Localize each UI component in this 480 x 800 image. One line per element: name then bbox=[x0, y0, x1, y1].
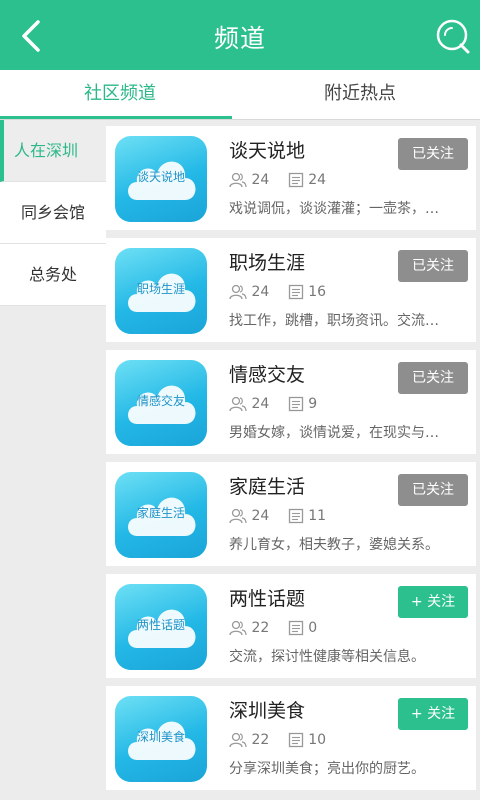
post-count: 10 bbox=[308, 732, 327, 748]
member-count: 24 bbox=[251, 284, 270, 300]
post-count: 24 bbox=[308, 172, 327, 188]
followed-button[interactable]: 已关注 bbox=[398, 474, 468, 506]
sidebar-item-general-affairs[interactable]: 总务处 bbox=[0, 244, 106, 306]
thumbnail-label: 谈天说地 bbox=[136, 170, 185, 184]
thumbnail-label: 职场生涯 bbox=[136, 282, 185, 296]
tab-community-channels[interactable]: 社区频道 bbox=[0, 70, 240, 120]
post-count: 0 bbox=[308, 620, 318, 636]
channel-stats: 24 16 bbox=[229, 284, 326, 302]
posts-icon bbox=[288, 620, 303, 636]
posts-icon bbox=[288, 508, 303, 524]
members-icon bbox=[229, 732, 247, 748]
member-count: 22 bbox=[251, 732, 270, 748]
post-count: 11 bbox=[308, 508, 327, 524]
members-icon bbox=[229, 396, 247, 412]
thumbnail-label: 情感交友 bbox=[136, 394, 185, 408]
channel-stats: 24 9 bbox=[229, 396, 317, 414]
posts-icon bbox=[288, 284, 303, 300]
channel-name: 谈天说地 bbox=[229, 140, 306, 162]
channel-stats: 22 10 bbox=[229, 732, 326, 750]
channel-thumbnail: 两性话题 bbox=[115, 584, 207, 670]
channel-stats: 24 24 bbox=[229, 172, 326, 190]
thumbnail-label: 家庭生活 bbox=[136, 506, 185, 520]
channel-card[interactable]: 谈天说地 谈天说地 24 24 戏说调侃，谈谈灌灌；一壶茶，… 已关注 bbox=[106, 126, 476, 230]
members-icon bbox=[229, 284, 247, 300]
thumbnail-label: 深圳美食 bbox=[136, 730, 185, 744]
posts-icon bbox=[288, 732, 303, 748]
channel-card[interactable]: 职场生涯 职场生涯 24 16 找工作，跳槽，职场资讯。交流… 已关注 bbox=[106, 238, 476, 342]
channel-description: 男婚女嫁，谈情说爱，在现实与… bbox=[229, 425, 439, 441]
channel-name: 深圳美食 bbox=[229, 700, 306, 722]
channel-name: 两性话题 bbox=[229, 588, 306, 610]
followed-button[interactable]: 已关注 bbox=[398, 138, 468, 170]
active-tab-indicator bbox=[0, 116, 232, 119]
channel-card[interactable]: 深圳美食 深圳美食 22 10 分享深圳美食；亮出你的厨艺。 + 关注 bbox=[106, 686, 476, 790]
channel-description: 戏说调侃，谈谈灌灌；一壶茶，… bbox=[229, 201, 439, 217]
members-icon bbox=[229, 620, 247, 636]
thumbnail-label: 两性话题 bbox=[136, 618, 185, 632]
channel-stats: 22 0 bbox=[229, 620, 317, 638]
member-count: 22 bbox=[251, 620, 270, 636]
channel-name: 职场生涯 bbox=[229, 252, 306, 274]
member-count: 24 bbox=[251, 508, 270, 524]
sidebar-item-in-shenzhen[interactable]: 人在深圳 bbox=[0, 120, 106, 182]
members-icon bbox=[229, 508, 247, 524]
sidebar-item-hometown-club[interactable]: 同乡会馆 bbox=[0, 182, 106, 244]
channel-thumbnail: 深圳美食 bbox=[115, 696, 207, 782]
member-count: 24 bbox=[251, 172, 270, 188]
channel-thumbnail: 家庭生活 bbox=[115, 472, 207, 558]
posts-icon bbox=[288, 396, 303, 412]
channel-description: 交流，探讨性健康等相关信息。 bbox=[229, 649, 425, 665]
channel-description: 分享深圳美食；亮出你的厨艺。 bbox=[229, 761, 425, 777]
tab-bar: 社区频道 附近热点 bbox=[0, 70, 480, 120]
post-count: 16 bbox=[308, 284, 327, 300]
channel-card[interactable]: 情感交友 情感交友 24 9 男婚女嫁，谈情说爱，在现实与… 已关注 bbox=[106, 350, 476, 454]
channel-card[interactable]: 家庭生活 家庭生活 24 11 养儿育女，相夫教子，婆媳关系。 已关注 bbox=[106, 462, 476, 566]
post-count: 9 bbox=[308, 396, 318, 412]
follow-button[interactable]: + 关注 bbox=[398, 586, 468, 618]
member-count: 24 bbox=[251, 396, 270, 412]
channel-card[interactable]: 两性话题 两性话题 22 0 交流，探讨性健康等相关信息。 + 关注 bbox=[106, 574, 476, 678]
search-icon[interactable] bbox=[434, 17, 472, 55]
channel-thumbnail: 谈天说地 bbox=[115, 136, 207, 222]
followed-button[interactable]: 已关注 bbox=[398, 250, 468, 282]
channel-name: 家庭生活 bbox=[229, 476, 306, 498]
category-sidebar: 人在深圳 同乡会馆 总务处 bbox=[0, 120, 106, 306]
channel-stats: 24 11 bbox=[229, 508, 326, 526]
channel-list[interactable]: 谈天说地 谈天说地 24 24 戏说调侃，谈谈灌灌；一壶茶，… 已关注 职场生涯… bbox=[106, 120, 480, 800]
followed-button[interactable]: 已关注 bbox=[398, 362, 468, 394]
channel-name: 情感交友 bbox=[229, 364, 306, 386]
tab-nearby-hot[interactable]: 附近热点 bbox=[240, 70, 480, 120]
posts-icon bbox=[288, 172, 303, 188]
members-icon bbox=[229, 172, 247, 188]
channel-description: 找工作，跳槽，职场资讯。交流… bbox=[229, 313, 439, 329]
channel-thumbnail: 职场生涯 bbox=[115, 248, 207, 334]
page-title: 频道 bbox=[213, 24, 266, 53]
follow-button[interactable]: + 关注 bbox=[398, 698, 468, 730]
channel-thumbnail: 情感交友 bbox=[115, 360, 207, 446]
app-bar: 频道 bbox=[0, 0, 480, 70]
channel-description: 养儿育女，相夫教子，婆媳关系。 bbox=[229, 537, 439, 553]
